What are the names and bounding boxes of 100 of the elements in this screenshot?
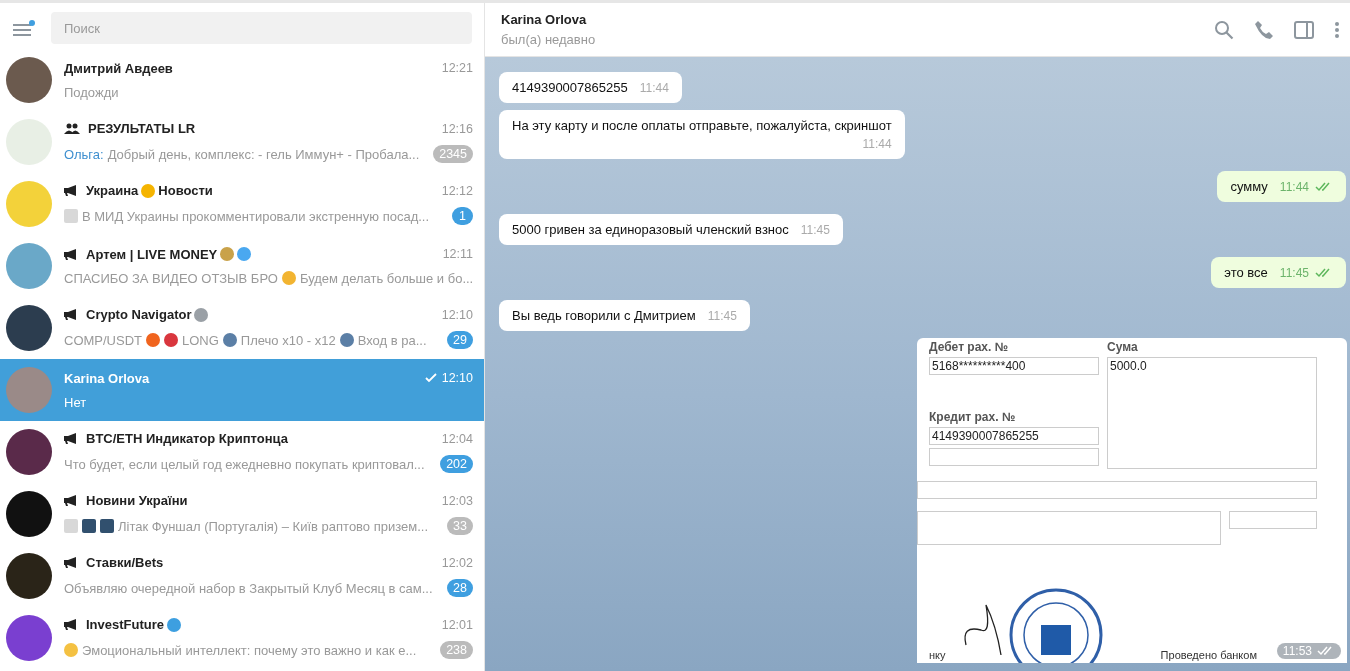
chat-name: Karina Orlova: [64, 370, 150, 386]
avatar-placeholder: [6, 243, 52, 289]
chat-title: Karina Orlova: [501, 12, 588, 27]
chat-time: 12:02: [441, 555, 473, 570]
sender-name: Ольга:: [64, 146, 104, 162]
message-time: 11:44: [862, 137, 892, 151]
message-text: 4149390007865255: [512, 80, 628, 95]
more-icon[interactable]: [1334, 20, 1340, 39]
chat-list-item[interactable]: Украина Новости 12:12 В МИД Украины прокомментировали экстренную посад... 1: [0, 173, 484, 235]
form-field-value: 5000.0: [1107, 357, 1317, 469]
message-preview: Плечо x10 - x12: [240, 332, 336, 348]
message-time: 11:44: [1279, 180, 1309, 194]
chat-time: 12:03: [441, 493, 473, 508]
phone-icon[interactable]: [1254, 19, 1274, 40]
avatar-placeholder: [6, 615, 52, 661]
video-thumbnail: [82, 519, 96, 533]
chat-list-item[interactable]: РЕЗУЛЬТАТЫ LR 12:16 Ольга: Добрый день, комплекс: - гель Иммун+ - Пробала... 2345: [0, 111, 484, 173]
menu-icon: [13, 24, 31, 36]
chat-status: был(а) недавно: [501, 32, 596, 47]
message-preview: Что будет, если целый год ежедневно покупать криптовал...: [64, 456, 425, 472]
avatar-placeholder: [6, 57, 52, 103]
chat-time: 12:10: [441, 307, 473, 322]
chat-list-item[interactable]: Crypto Navigator 12:10 COMP/USDT LONG Плечо x10 - x12 Вход в ра... 29: [0, 297, 484, 359]
message-preview: Нет: [64, 394, 87, 410]
megaphone-icon: [64, 309, 78, 320]
unread-count: 202: [440, 455, 473, 473]
chat-name: Новини України: [86, 493, 188, 508]
video-thumbnail: [100, 519, 114, 533]
avatar-placeholder: [6, 429, 52, 475]
message-preview: Вход в ра...: [357, 332, 427, 348]
megaphone-icon: [64, 557, 78, 568]
message-text: 5000 гривен за единоразовый членский взнос: [512, 222, 789, 237]
message-preview: Будем делать больше и бо...: [299, 270, 473, 286]
message-preview: LONG: [182, 332, 219, 348]
unread-count: 28: [447, 579, 473, 597]
megaphone-icon: [64, 433, 78, 444]
message-text: Вы ведь говорили с Дмитрием: [512, 308, 696, 323]
chat-list-item[interactable]: Новини України 12:03 Літак Фуншал (Португалія) – Київ раптово призем... 33: [0, 483, 484, 545]
form-field-value: 4149390007865255: [929, 427, 1099, 445]
unread-count: 1: [452, 207, 473, 225]
message-text: На эту карту и после оплаты отправьте, пожалуйста, скриншот: [512, 118, 892, 133]
chat-time: 12:21: [441, 61, 473, 75]
document-thumbnail: [64, 519, 78, 533]
chat-name: РЕЗУЛЬТАТЫ LR: [88, 121, 196, 136]
unread-count: 33: [447, 517, 473, 535]
search-icon[interactable]: [1214, 19, 1234, 40]
avatar-placeholder: [6, 181, 52, 227]
chat-name: BTC/ETH Индикатор Криптонца: [86, 431, 288, 446]
message-time: 11:45: [800, 223, 830, 237]
field-label: Кредит рах. №: [929, 410, 1017, 424]
chat-name: Дмитрий Авдеев: [64, 60, 173, 76]
message-preview: Добрый день, комплекс: - гель Иммун+ - Пробала...: [107, 146, 420, 162]
message-preview: Подожди: [64, 84, 119, 100]
message-preview: Объявляю очередной набор в Закрытый Клуб Месяц в сам...: [64, 580, 433, 596]
megaphone-icon: [64, 619, 78, 630]
message-time: 11:53: [1282, 644, 1312, 658]
message-time: 11:44: [639, 81, 669, 95]
sidebar-toggle-icon[interactable]: [1294, 20, 1314, 39]
chat-list-item[interactable]: Дмитрий Авдеев 12:21 Подожди: [0, 49, 484, 111]
message-preview: COMP/USDT: [64, 332, 142, 348]
unread-count: 238: [440, 641, 473, 659]
chat-name: InvestFuture: [86, 617, 164, 632]
field-label: Сума: [1107, 340, 1139, 354]
receipt-screenshot[interactable]: Дебет рах. № 5168**********400 Кредит рах. № 4149390007865255 Сума 5000.0 нку Проведено банком 11:53: [917, 338, 1347, 663]
avatar-placeholder: [6, 119, 52, 165]
chat-name: Украина: [86, 183, 139, 198]
avatar-placeholder: [6, 553, 52, 599]
message-preview: Эмоциональный интеллект: почему это важно и как е...: [82, 642, 417, 658]
message-preview: СПАСИБО ЗА ВИДЕО ОТЗЫВ БРО: [64, 270, 278, 286]
megaphone-icon: [64, 248, 78, 260]
megaphone-icon: [64, 495, 78, 506]
chat-time: 12:01: [441, 617, 473, 632]
chat-name: Crypto Navigator: [86, 307, 192, 322]
message-text: сумму: [1230, 179, 1268, 194]
chat-time: 12:12: [441, 183, 473, 198]
message-time: 11:45: [707, 309, 737, 323]
search-field[interactable]: Поиск: [51, 12, 472, 44]
message-time: 11:45: [1279, 266, 1309, 280]
chat-list-item[interactable]: InvestFuture 12:01 Эмоциональный интеллект: почему это важно и как е... 238: [0, 607, 484, 669]
chat-time: 12:04: [441, 431, 473, 446]
message-preview: Літак Фуншал (Португалія) – Київ раптово призем...: [118, 518, 429, 534]
chat-name: Новости: [158, 183, 213, 198]
avatar-placeholder: [6, 367, 52, 413]
group-icon: [64, 123, 80, 134]
unread-count: 29: [447, 331, 473, 349]
chat-name: Артем | LIVE MONEY: [86, 246, 218, 262]
chat-list-item[interactable]: Артем | LIVE MONEY 12:11 СПАСИБО ЗА ВИДЕО ОТЗЫВ БРО Будем делать больше и бо...: [0, 235, 484, 297]
avatar-placeholder: [6, 305, 52, 351]
field-label: Дебет рах. №: [929, 340, 1010, 354]
form-field-value: 5168**********400: [929, 357, 1099, 375]
chat-name: Ставки/Bets: [86, 555, 164, 570]
receipt-text: Проведено банком: [1160, 649, 1257, 663]
chat-time: 12:10: [441, 371, 473, 385]
chat-list-item[interactable]: Ставки/Bets 12:02 Объявляю очередной набор в Закрытый Клуб Месяц в сам... 28: [0, 545, 484, 607]
megaphone-icon: [64, 185, 78, 196]
chat-list-item[interactable]: BTC/ETH Индикатор Криптонца 12:04 Что будет, если целый год ежедневно покупать криптовал... 202: [0, 421, 484, 483]
message-preview: В МИД Украины прокомментировали экстренную посад...: [82, 208, 430, 224]
unread-count: 2345: [433, 145, 473, 163]
menu-button[interactable]: [13, 20, 35, 36]
document-thumbnail: [64, 209, 78, 223]
